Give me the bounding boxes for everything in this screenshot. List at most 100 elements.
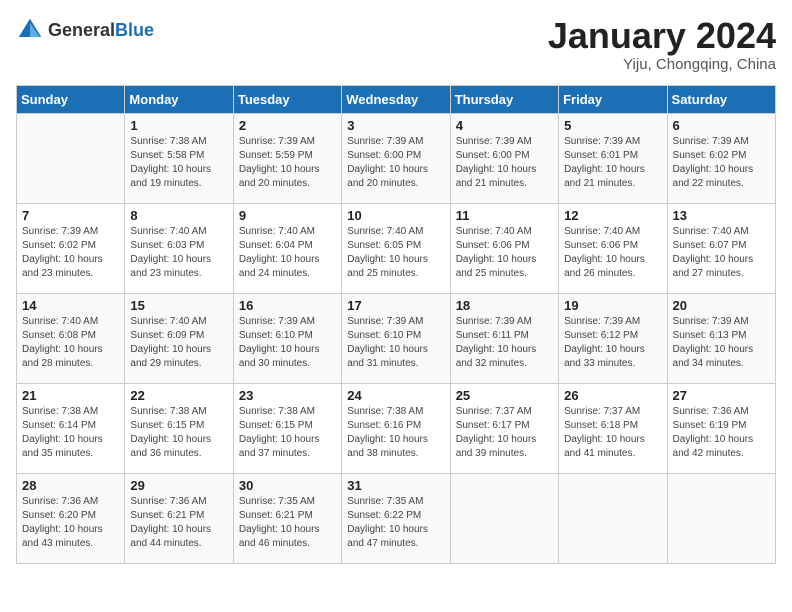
logo-general: General [48,20,115,40]
col-header-thursday: Thursday [450,85,558,113]
day-cell: 31 Sunrise: 7:35 AMSunset: 6:22 PMDayligh… [342,473,450,563]
day-cell: 29 Sunrise: 7:36 AMSunset: 6:21 PMDayligh… [125,473,233,563]
day-cell: 1 Sunrise: 7:38 AMSunset: 5:58 PMDaylight… [125,113,233,203]
day-cell: 4 Sunrise: 7:39 AMSunset: 6:00 PMDaylight… [450,113,558,203]
day-cell: 12 Sunrise: 7:40 AMSunset: 6:06 PMDayligh… [559,203,667,293]
day-number: 17 [347,298,444,313]
day-number: 12 [564,208,661,223]
col-header-wednesday: Wednesday [342,85,450,113]
day-cell: 26Sunrise: 7:37 AMSunset: 6:18 PMDayligh… [559,383,667,473]
day-cell: 18 Sunrise: 7:39 AMSunset: 6:11 PMDayligh… [450,293,558,383]
day-number: 7 [22,208,119,223]
col-header-sunday: Sunday [17,85,125,113]
day-info: Sunrise: 7:36 AMSunset: 6:20 PMDaylight:… [22,495,119,551]
day-info: Sunrise: 7:40 AMSunset: 6:07 PMDaylight:… [673,225,770,281]
day-info: Sunrise: 7:39 AMSunset: 6:10 PMDaylight:… [347,315,444,371]
day-cell [17,113,125,203]
week-row-2: 7 Sunrise: 7:39 AMSunset: 6:02 PMDaylight… [17,203,776,293]
day-info: Sunrise: 7:40 AMSunset: 6:04 PMDaylight:… [239,225,336,281]
day-number: 14 [22,298,119,313]
day-number: 11 [456,208,553,223]
day-info: Sunrise: 7:40 AMSunset: 6:06 PMDaylight:… [564,225,661,281]
day-info: Sunrise: 7:40 AMSunset: 6:05 PMDaylight:… [347,225,444,281]
day-info: Sunrise: 7:40 AMSunset: 6:08 PMDaylight:… [22,315,119,371]
day-cell: 8 Sunrise: 7:40 AMSunset: 6:03 PMDaylight… [125,203,233,293]
day-info: Sunrise: 7:39 AMSunset: 6:02 PMDaylight:… [22,225,119,281]
logo: GeneralBlue [16,16,154,44]
day-number: 9 [239,208,336,223]
day-cell: 5 Sunrise: 7:39 AMSunset: 6:01 PMDaylight… [559,113,667,203]
day-cell: 24Sunrise: 7:38 AMSunset: 6:16 PMDayligh… [342,383,450,473]
day-cell: 9 Sunrise: 7:40 AMSunset: 6:04 PMDaylight… [233,203,341,293]
day-cell: 6 Sunrise: 7:39 AMSunset: 6:02 PMDaylight… [667,113,775,203]
day-info: Sunrise: 7:36 AMSunset: 6:21 PMDaylight:… [130,495,227,551]
day-number: 28 [22,478,119,493]
week-row-3: 14 Sunrise: 7:40 AMSunset: 6:08 PMDayligh… [17,293,776,383]
day-number: 22 [130,388,227,403]
day-number: 19 [564,298,661,313]
day-info: Sunrise: 7:35 AMSunset: 6:21 PMDaylight:… [239,495,336,551]
day-cell: 30 Sunrise: 7:35 AMSunset: 6:21 PMDayligh… [233,473,341,563]
day-cell: 16Sunrise: 7:39 AMSunset: 6:10 PMDayligh… [233,293,341,383]
day-cell [667,473,775,563]
day-cell: 17 Sunrise: 7:39 AMSunset: 6:10 PMDayligh… [342,293,450,383]
day-number: 10 [347,208,444,223]
day-number: 6 [673,118,770,133]
day-cell: 11Sunrise: 7:40 AMSunset: 6:06 PMDayligh… [450,203,558,293]
day-cell [559,473,667,563]
day-number: 29 [130,478,227,493]
day-number: 27 [673,388,770,403]
day-info: Sunrise: 7:39 AMSunset: 6:00 PMDaylight:… [456,135,553,191]
week-row-1: 1 Sunrise: 7:38 AMSunset: 5:58 PMDaylight… [17,113,776,203]
day-info: Sunrise: 7:39 AMSunset: 6:13 PMDaylight:… [673,315,770,371]
day-info: Sunrise: 7:39 AMSunset: 5:59 PMDaylight:… [239,135,336,191]
day-cell: 7 Sunrise: 7:39 AMSunset: 6:02 PMDaylight… [17,203,125,293]
day-info: Sunrise: 7:37 AMSunset: 6:17 PMDaylight:… [456,405,553,461]
day-cell: 10 Sunrise: 7:40 AMSunset: 6:05 PMDayligh… [342,203,450,293]
day-number: 31 [347,478,444,493]
day-info: Sunrise: 7:38 AMSunset: 6:15 PMDaylight:… [130,405,227,461]
day-cell: 21Sunrise: 7:38 AMSunset: 6:14 PMDayligh… [17,383,125,473]
day-info: Sunrise: 7:38 AMSunset: 6:14 PMDaylight:… [22,405,119,461]
day-number: 15 [130,298,227,313]
day-cell: 15Sunrise: 7:40 AMSunset: 6:09 PMDayligh… [125,293,233,383]
col-header-monday: Monday [125,85,233,113]
day-number: 3 [347,118,444,133]
day-info: Sunrise: 7:38 AMSunset: 5:58 PMDaylight:… [130,135,227,191]
logo-blue: Blue [115,20,154,40]
day-number: 5 [564,118,661,133]
day-info: Sunrise: 7:37 AMSunset: 6:18 PMDaylight:… [564,405,661,461]
day-number: 18 [456,298,553,313]
week-row-4: 21Sunrise: 7:38 AMSunset: 6:14 PMDayligh… [17,383,776,473]
day-cell: 28 Sunrise: 7:36 AMSunset: 6:20 PMDayligh… [17,473,125,563]
day-number: 20 [673,298,770,313]
day-number: 2 [239,118,336,133]
day-info: Sunrise: 7:36 AMSunset: 6:19 PMDaylight:… [673,405,770,461]
header: GeneralBlue January 2024 Yiju, Chongqing… [16,16,776,73]
day-number: 1 [130,118,227,133]
day-number: 8 [130,208,227,223]
month-year: January 2024 [548,16,776,56]
day-number: 24 [347,388,444,403]
day-cell: 23 Sunrise: 7:38 AMSunset: 6:15 PMDayligh… [233,383,341,473]
day-info: Sunrise: 7:39 AMSunset: 6:11 PMDaylight:… [456,315,553,371]
col-header-tuesday: Tuesday [233,85,341,113]
day-cell: 13 Sunrise: 7:40 AMSunset: 6:07 PMDayligh… [667,203,775,293]
day-info: Sunrise: 7:39 AMSunset: 6:12 PMDaylight:… [564,315,661,371]
day-info: Sunrise: 7:38 AMSunset: 6:15 PMDaylight:… [239,405,336,461]
day-number: 23 [239,388,336,403]
day-info: Sunrise: 7:35 AMSunset: 6:22 PMDaylight:… [347,495,444,551]
day-cell: 14 Sunrise: 7:40 AMSunset: 6:08 PMDayligh… [17,293,125,383]
day-cell: 3 Sunrise: 7:39 AMSunset: 6:00 PMDaylight… [342,113,450,203]
day-number: 25 [456,388,553,403]
logo-icon [16,16,44,44]
day-info: Sunrise: 7:39 AMSunset: 6:01 PMDaylight:… [564,135,661,191]
day-number: 30 [239,478,336,493]
day-info: Sunrise: 7:40 AMSunset: 6:03 PMDaylight:… [130,225,227,281]
day-number: 13 [673,208,770,223]
day-cell [450,473,558,563]
day-number: 4 [456,118,553,133]
day-info: Sunrise: 7:39 AMSunset: 6:02 PMDaylight:… [673,135,770,191]
day-info: Sunrise: 7:39 AMSunset: 6:00 PMDaylight:… [347,135,444,191]
day-cell: 25 Sunrise: 7:37 AMSunset: 6:17 PMDayligh… [450,383,558,473]
